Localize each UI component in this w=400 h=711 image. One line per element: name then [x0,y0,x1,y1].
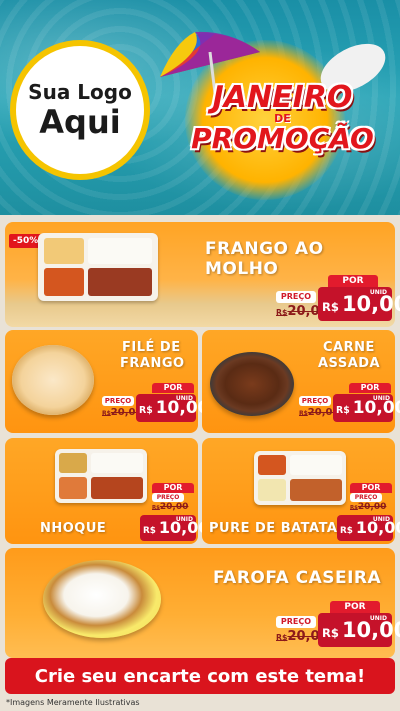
product-name: NHOQUE [40,521,107,536]
new-price: R$10,00 UNID [337,515,400,541]
por-label: POR [152,483,194,493]
product-name: FRANGO AO MOLHO [205,239,324,279]
logo-placeholder[interactable]: Sua Logo Aqui [10,40,150,180]
new-price: R$10,00 UNID [318,287,400,321]
new-price: R$10,00 UNID [136,394,209,422]
meal-tray-image [55,449,147,503]
create-flyer-button[interactable]: Crie seu encarte com este tema! [5,658,395,694]
por-label: POR [330,601,380,613]
old-price: R$20,00 [152,502,189,512]
product-name-line1: FILÉ DE [122,340,181,355]
product-name: PURE DE BATATA [209,521,338,536]
meal-tray-image [254,451,346,505]
meal-tray-image [38,233,158,301]
meal-bowl-image [210,352,294,416]
promo-title-line3: PROMOÇÃO [191,122,374,155]
promo-title-line1: JANEIRO [212,80,353,115]
new-price: R$10,00 UNID [333,394,400,422]
new-price: R$10,00 UNID [318,613,400,647]
preco-label: PREÇO [299,396,331,406]
preco-label: PREÇO [276,291,316,303]
product-name-line2: ASSADA [318,356,381,371]
preco-label: PREÇO [276,616,316,628]
por-label: POR [349,383,391,393]
preco-label: PREÇO [152,493,184,502]
meal-bowl-image [12,345,94,415]
logo-text-line1: Sua Logo [28,80,132,104]
product-name-line2: FRANGO [120,356,185,371]
promo-title: JANEIRO DE PROMOÇÃO [175,82,390,154]
disclaimer-note: *Imagens Meramente Ilustrativas [6,698,140,707]
product-name-line1: CARNE [323,340,375,355]
logo-text-line2: Aqui [39,103,121,141]
old-price: R$20,00 [350,502,387,512]
por-label: POR [152,383,194,393]
new-price: R$10,00 UNID [140,515,210,541]
product-name: FAROFA CASEIRA [213,568,382,588]
preco-label: PREÇO [350,493,382,502]
meal-bowl-image [43,560,161,638]
preco-label: PREÇO [102,396,134,406]
por-label: POR [350,483,392,493]
por-label: POR [328,275,378,287]
